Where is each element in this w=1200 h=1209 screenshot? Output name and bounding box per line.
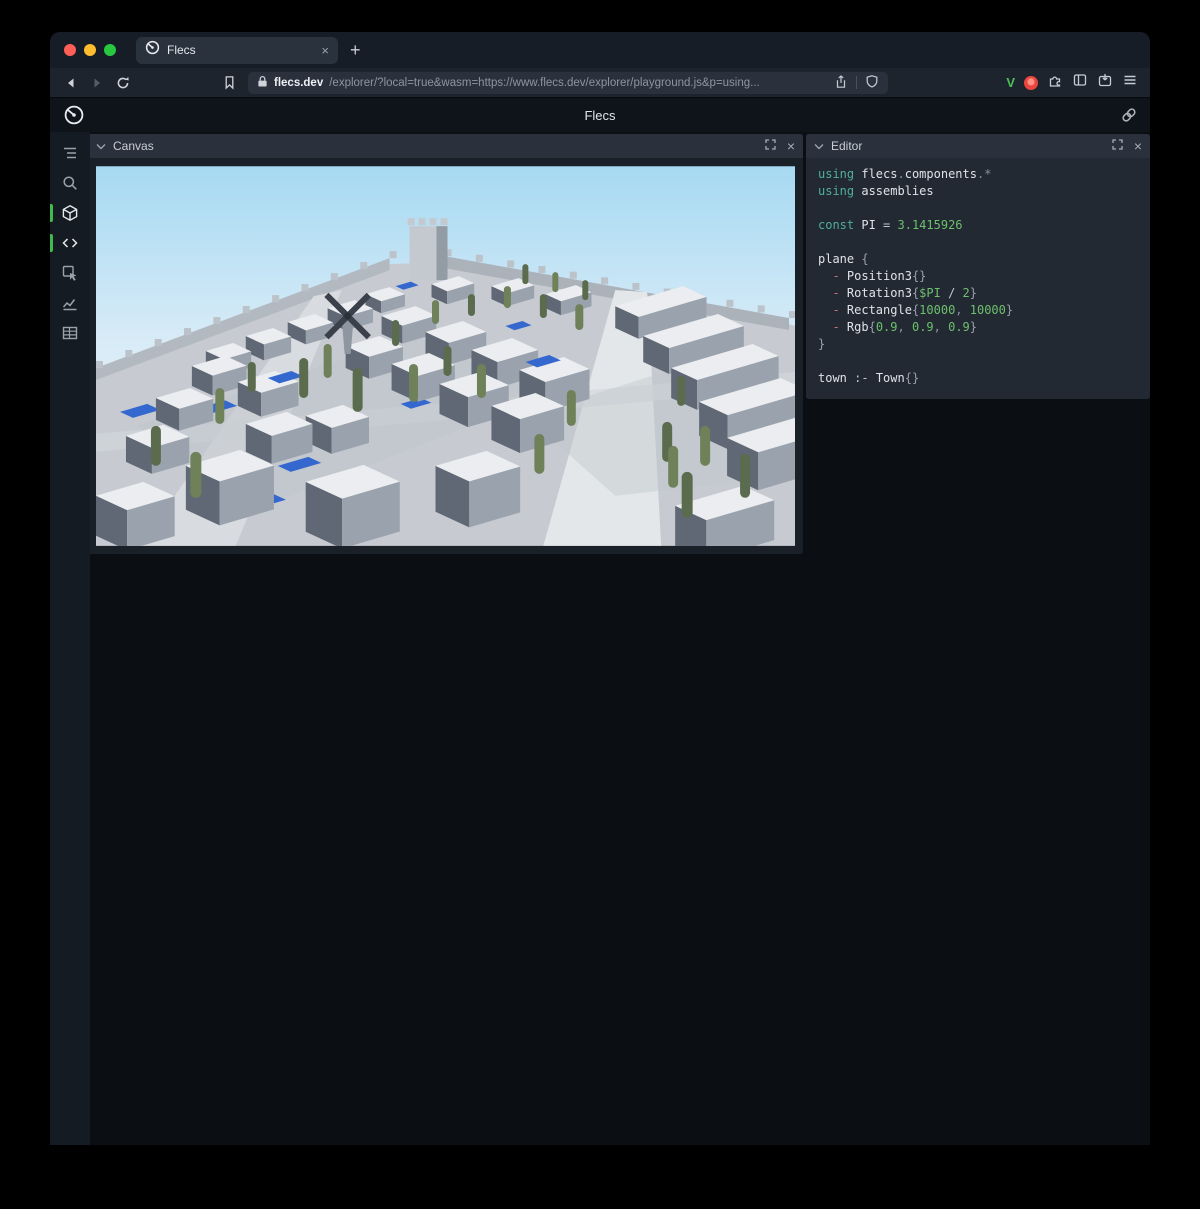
editor-panel-actions: × xyxy=(1112,139,1142,153)
tab-close-icon[interactable]: × xyxy=(321,43,329,58)
workspace: Canvas × xyxy=(50,132,1150,1145)
close-icon[interactable]: × xyxy=(787,139,795,153)
share-icon[interactable] xyxy=(834,74,848,92)
expand-icon[interactable] xyxy=(765,139,776,153)
side-toolbar xyxy=(50,132,90,1145)
url-bar[interactable]: flecs.dev /explorer/?local=true&wasm=htt… xyxy=(248,72,888,94)
sidebar-item-search[interactable] xyxy=(50,168,90,198)
editor-code[interactable]: using flecs.components.*using assemblies… xyxy=(806,158,1150,399)
browser-toolbar: flecs.dev /explorer/?local=true&wasm=htt… xyxy=(50,68,1150,98)
canvas-panel: Canvas × xyxy=(88,134,803,554)
canvas-3d-scene[interactable] xyxy=(96,166,795,546)
tab-title: Flecs xyxy=(167,43,314,57)
reload-button[interactable] xyxy=(110,71,136,95)
bookmark-icon[interactable] xyxy=(216,71,242,95)
new-tab-button[interactable]: + xyxy=(350,41,361,59)
sidebar-item-inspect[interactable] xyxy=(50,258,90,288)
vimium-extension-icon[interactable]: V xyxy=(1006,75,1015,90)
browser-tab[interactable]: Flecs × xyxy=(136,37,338,64)
close-icon[interactable]: × xyxy=(1134,139,1142,153)
minimize-window-button[interactable] xyxy=(84,44,96,56)
sidebar-item-queries[interactable] xyxy=(50,318,90,348)
scene-tower xyxy=(408,218,448,280)
canvas-body xyxy=(88,158,803,554)
zoom-window-button[interactable] xyxy=(104,44,116,56)
menu-hamburger-icon[interactable] xyxy=(1122,72,1138,93)
expand-icon[interactable] xyxy=(1112,139,1123,153)
canvas-panel-actions: × xyxy=(765,139,795,153)
shield-icon[interactable] xyxy=(865,74,879,92)
editor-panel: Editor × using flecs.components.*using a… xyxy=(806,134,1150,399)
browser-window: Flecs × + flecs.dev /explorer/?local=tru… xyxy=(50,32,1150,1145)
editor-panel-header: Editor × xyxy=(806,134,1150,158)
app-body: Canvas × xyxy=(50,132,1150,1145)
close-window-button[interactable] xyxy=(64,44,76,56)
sidebar-item-tree[interactable] xyxy=(50,138,90,168)
canvas-panel-header: Canvas × xyxy=(88,134,803,158)
url-actions xyxy=(834,74,879,92)
red-extension-icon[interactable] xyxy=(1024,76,1038,90)
lock-icon xyxy=(257,75,268,91)
page-title: Flecs xyxy=(584,108,615,123)
container-tab-icon[interactable] xyxy=(1097,72,1113,93)
chevron-down-icon[interactable] xyxy=(96,143,106,150)
sidebar-item-editor[interactable] xyxy=(50,228,90,258)
flecs-logo-icon xyxy=(63,104,85,131)
divider xyxy=(856,76,857,89)
back-button[interactable] xyxy=(58,71,84,95)
tab-strip: Flecs × + xyxy=(50,32,1150,68)
copy-link-icon[interactable] xyxy=(1121,107,1137,126)
toolbar-extensions: V xyxy=(1006,72,1142,93)
url-domain: flecs.dev xyxy=(274,77,323,89)
traffic-lights xyxy=(64,44,124,56)
app-header: Flecs xyxy=(50,98,1150,132)
sidebar-toggle-icon[interactable] xyxy=(1072,72,1088,93)
sidebar-item-stats[interactable] xyxy=(50,288,90,318)
puzzle-extensions-icon[interactable] xyxy=(1047,72,1063,93)
forward-button[interactable] xyxy=(84,71,110,95)
editor-panel-title: Editor xyxy=(831,139,862,153)
sidebar-item-entities[interactable] xyxy=(50,198,90,228)
chevron-down-icon[interactable] xyxy=(814,143,824,150)
url-path: /explorer/?local=true&wasm=https://www.f… xyxy=(329,77,828,89)
flecs-favicon-icon xyxy=(145,40,160,60)
canvas-panel-title: Canvas xyxy=(113,139,154,153)
